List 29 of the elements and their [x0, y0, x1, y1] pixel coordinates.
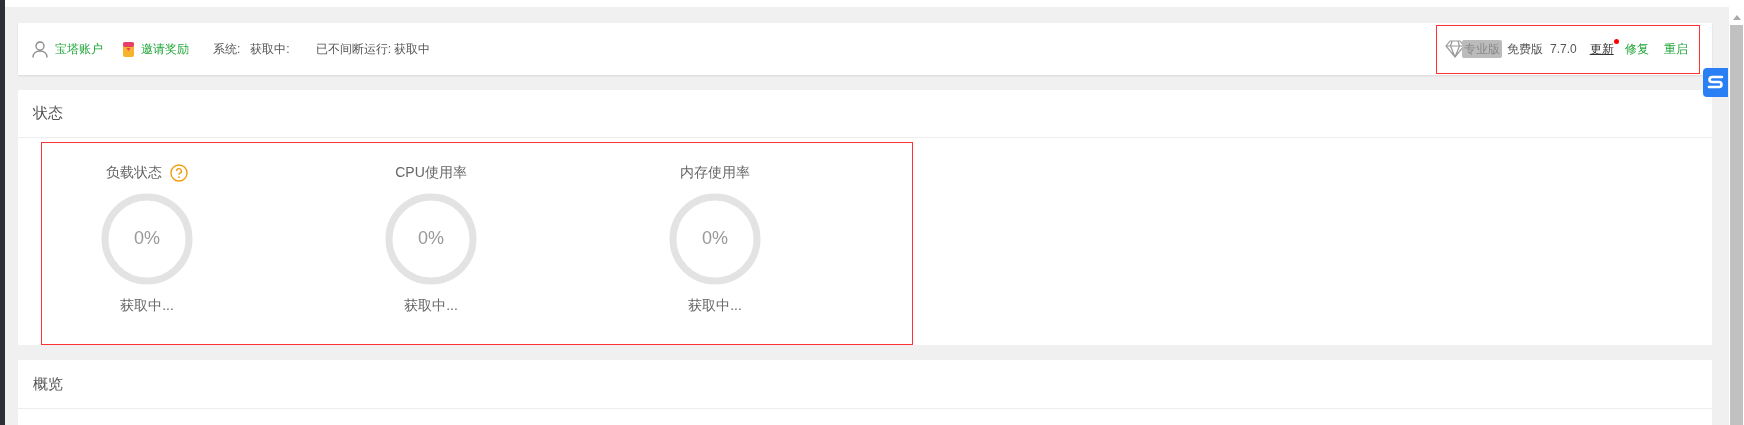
gauge-value: 0% — [134, 227, 160, 251]
gauge-title: 负载状态 — [106, 163, 162, 183]
update-link[interactable]: 更新 — [1589, 42, 1614, 56]
gift-icon — [123, 41, 134, 57]
invite-link[interactable]: 邀请奖励 — [141, 40, 189, 58]
gauge-title: 内存使用率 — [680, 163, 750, 183]
gauge-caption: 获取中... — [120, 295, 174, 315]
edition-text: 免费版 — [1507, 41, 1543, 58]
gauge-caption: 获取中... — [688, 295, 742, 315]
help-icon[interactable] — [170, 163, 188, 182]
system-value: 获取中: — [250, 41, 290, 58]
gauge-caption: 获取中... — [404, 295, 458, 315]
gauge-value: 0% — [702, 227, 728, 251]
floating-tool-button[interactable] — [1703, 68, 1728, 97]
version-text: 7.7.0 — [1550, 41, 1577, 58]
restart-link[interactable]: 重启 — [1663, 40, 1688, 58]
account-link[interactable]: 宝塔账户 — [55, 40, 103, 58]
gauge-title: CPU使用率 — [395, 163, 467, 183]
s-logo-icon — [1707, 75, 1724, 90]
scroll-up-icon[interactable] — [1732, 15, 1741, 20]
system-label: 系统: — [213, 41, 241, 58]
diamond-icon — [1445, 40, 1465, 58]
user-icon — [32, 40, 48, 58]
uptime-text: 已不间断运行: 获取中 — [315, 41, 431, 58]
gauge-value: 0% — [418, 227, 444, 251]
section-title: 概览 — [33, 373, 63, 394]
scrollbar-thumb[interactable] — [1730, 25, 1743, 425]
repair-link[interactable]: 修复 — [1624, 40, 1649, 58]
section-title: 状态 — [33, 103, 63, 124]
